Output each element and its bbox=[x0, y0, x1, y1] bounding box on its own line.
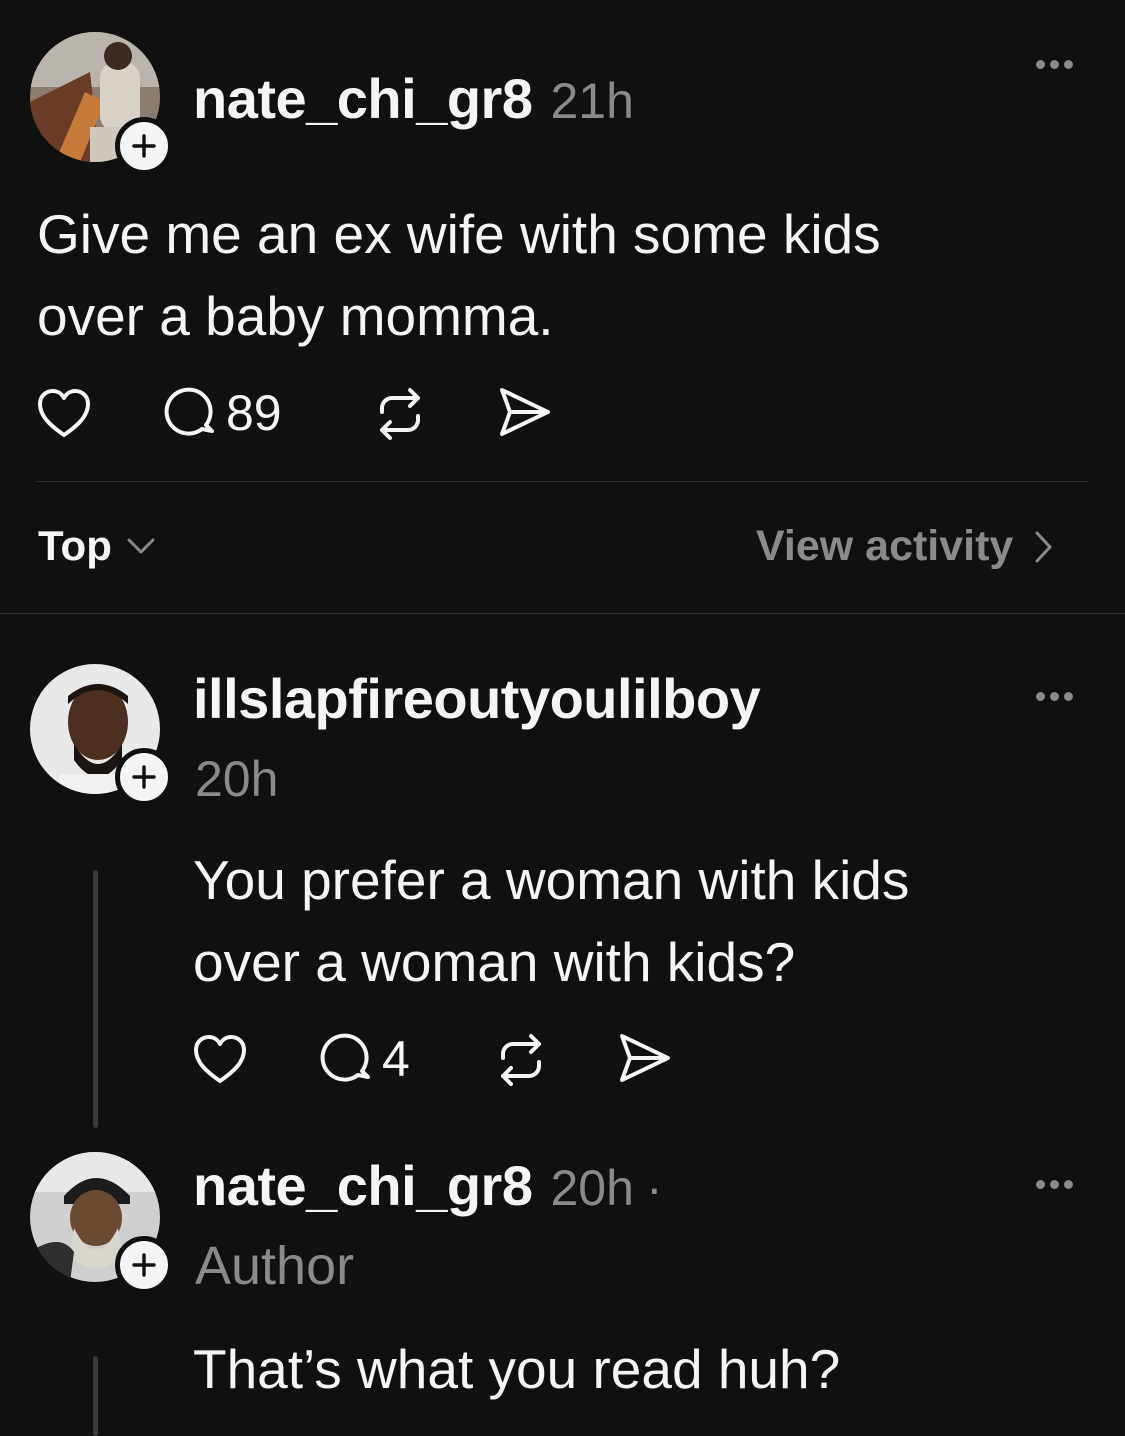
post-text-line: Give me an ex wife with some kids bbox=[37, 203, 881, 265]
post-more-icon[interactable] bbox=[1036, 54, 1073, 74]
reply-text: You prefer a woman with kids over a woma… bbox=[193, 839, 1093, 1003]
chevron-down-icon bbox=[127, 538, 155, 554]
reply-more-icon[interactable] bbox=[1036, 1174, 1073, 1194]
reply-text: That’s what you read huh? bbox=[193, 1328, 1093, 1410]
post-text: Give me an ex wife with some kids over a… bbox=[37, 193, 1097, 357]
post-header: nate_chi_gr8 21h bbox=[193, 66, 634, 136]
post-timestamp: 21h bbox=[550, 73, 634, 129]
send-icon bbox=[500, 388, 550, 436]
like-button[interactable] bbox=[36, 388, 92, 440]
view-activity-label: View activity bbox=[756, 522, 1014, 570]
thread-line bbox=[93, 1356, 98, 1436]
follow-plus-icon[interactable] bbox=[115, 748, 173, 806]
post-username[interactable]: nate_chi_gr8 bbox=[193, 66, 533, 131]
reply-count: 89 bbox=[226, 385, 282, 441]
reply-button[interactable]: 4 bbox=[318, 1030, 410, 1088]
repost-icon bbox=[380, 388, 420, 440]
reply-more-icon[interactable] bbox=[1036, 686, 1073, 706]
share-button[interactable] bbox=[616, 1030, 674, 1086]
meta-separator: · bbox=[645, 1160, 663, 1216]
reply-button[interactable]: 89 bbox=[162, 384, 282, 442]
heart-icon bbox=[38, 389, 90, 437]
share-button[interactable] bbox=[496, 384, 554, 440]
reply-text-line: That’s what you read huh? bbox=[193, 1338, 841, 1400]
send-icon bbox=[620, 1034, 670, 1082]
repost-button[interactable] bbox=[493, 1032, 549, 1088]
reply-timestamp: 20h bbox=[550, 1160, 634, 1216]
view-activity-link[interactable]: View activity bbox=[756, 522, 1053, 571]
follow-plus-icon[interactable] bbox=[115, 117, 173, 175]
reply-text-line: over a woman with kids? bbox=[193, 931, 796, 993]
author-badge: Author bbox=[195, 1236, 355, 1296]
divider bbox=[36, 481, 1089, 482]
like-button[interactable] bbox=[192, 1034, 248, 1086]
reply-count: 4 bbox=[382, 1031, 410, 1087]
heart-icon bbox=[194, 1035, 246, 1083]
repost-icon bbox=[501, 1034, 541, 1086]
post-text-line: over a baby momma. bbox=[37, 285, 554, 347]
divider bbox=[0, 613, 1125, 614]
reply-header: nate_chi_gr8 20h · bbox=[193, 1153, 663, 1223]
follow-plus-icon[interactable] bbox=[115, 1236, 173, 1294]
reply-username[interactable]: nate_chi_gr8 bbox=[193, 1153, 533, 1218]
chevron-right-icon bbox=[1035, 531, 1052, 562]
sort-dropdown[interactable]: Top bbox=[38, 522, 156, 570]
sort-label: Top bbox=[38, 522, 112, 569]
reply-timestamp: 20h bbox=[195, 751, 279, 807]
thread-line bbox=[93, 870, 98, 1128]
reply-text-line: You prefer a woman with kids bbox=[193, 849, 910, 911]
comment-icon bbox=[320, 1033, 370, 1082]
comment-icon bbox=[164, 387, 214, 436]
reply-username[interactable]: illslapfireoutyoulilboy bbox=[193, 664, 761, 734]
repost-button[interactable] bbox=[372, 386, 428, 442]
